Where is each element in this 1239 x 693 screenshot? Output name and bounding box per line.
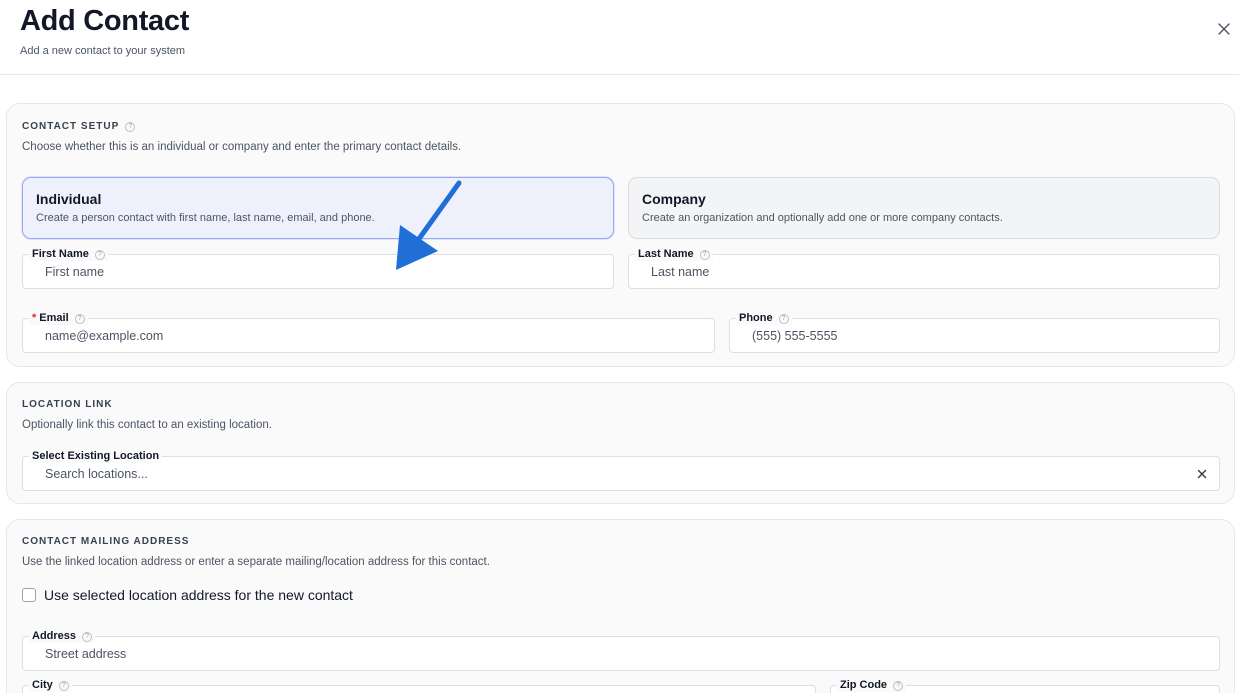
contact-setup-section: CONTACT SETUP? Choose whether this is an… xyxy=(6,103,1235,367)
individual-option-description: Create a person contact with first name,… xyxy=(36,212,375,224)
page-title: Add Contact xyxy=(20,5,190,37)
first-name-label-text: First Name xyxy=(32,248,89,260)
help-icon[interactable]: ? xyxy=(58,681,69,691)
use-location-address-label[interactable]: Use selected location address for the ne… xyxy=(44,587,353,603)
first-name-field: First Name? xyxy=(22,247,614,289)
help-icon[interactable]: ? xyxy=(699,250,710,260)
zip-code-field: Zip Code? xyxy=(830,678,1220,693)
address-input[interactable] xyxy=(45,644,1191,664)
email-label-text: Email xyxy=(39,312,69,324)
dialog-header: Add Contact Add a new contact to your sy… xyxy=(0,0,1239,75)
company-option-title: Company xyxy=(642,191,706,207)
section-title: LOCATION LINK xyxy=(22,399,113,410)
location-select-label: Select Existing Location xyxy=(29,449,163,463)
company-option-card[interactable]: Company Create an organization and optio… xyxy=(628,177,1220,239)
last-name-label: Last Name? xyxy=(635,247,713,261)
section-title-text: CONTACT SETUP xyxy=(22,121,120,132)
zip-code-label-text: Zip Code xyxy=(840,679,888,691)
section-title: CONTACT SETUP? xyxy=(22,121,136,132)
company-option-description: Create an organization and optionally ad… xyxy=(642,212,1003,224)
location-link-section: LOCATION LINK Optionally link this conta… xyxy=(6,382,1235,504)
use-location-address-checkbox[interactable] xyxy=(22,588,36,602)
page-subtitle: Add a new contact to your system xyxy=(20,45,186,57)
phone-input[interactable] xyxy=(752,326,1191,346)
last-name-label-text: Last Name xyxy=(638,248,694,260)
first-name-input[interactable] xyxy=(45,262,585,282)
mailing-address-section: CONTACT MAILING ADDRESS Use the linked l… xyxy=(6,519,1235,693)
clear-x-icon[interactable] xyxy=(1195,467,1209,481)
help-icon[interactable]: ? xyxy=(94,250,105,260)
address-field: Address? xyxy=(22,629,1220,671)
close-icon[interactable] xyxy=(1215,20,1233,38)
section-title: CONTACT MAILING ADDRESS xyxy=(22,536,190,547)
zip-code-label: Zip Code? xyxy=(837,678,907,692)
help-icon[interactable]: ? xyxy=(125,122,136,132)
email-input[interactable] xyxy=(45,326,686,346)
required-marker: * xyxy=(32,312,37,324)
last-name-field: Last Name? xyxy=(628,247,1220,289)
city-field: City? xyxy=(22,678,816,693)
section-description: Choose whether this is an individual or … xyxy=(22,141,462,153)
individual-option-card[interactable]: Individual Create a person contact with … xyxy=(22,177,614,239)
section-description: Optionally link this contact to an exist… xyxy=(22,419,272,431)
help-icon[interactable]: ? xyxy=(778,314,789,324)
individual-option-title: Individual xyxy=(36,191,102,207)
last-name-input[interactable] xyxy=(651,262,1191,282)
help-icon[interactable]: ? xyxy=(74,314,85,324)
first-name-label: First Name? xyxy=(29,247,108,261)
section-description: Use the linked location address or enter… xyxy=(22,556,490,568)
address-label: Address? xyxy=(29,629,96,643)
help-icon[interactable]: ? xyxy=(82,632,93,642)
email-field: * Email? xyxy=(22,311,715,353)
address-label-text: Address xyxy=(32,630,77,642)
location-select-field: Select Existing Location xyxy=(22,449,1220,491)
help-icon[interactable]: ? xyxy=(893,681,904,691)
city-label-text: City xyxy=(32,679,53,691)
location-search-input[interactable] xyxy=(45,464,1191,484)
phone-label-text: Phone xyxy=(739,312,773,324)
phone-label: Phone? xyxy=(736,311,792,325)
city-label: City? xyxy=(29,678,72,692)
phone-field: Phone? xyxy=(729,311,1220,353)
email-label: * Email? xyxy=(29,311,88,325)
